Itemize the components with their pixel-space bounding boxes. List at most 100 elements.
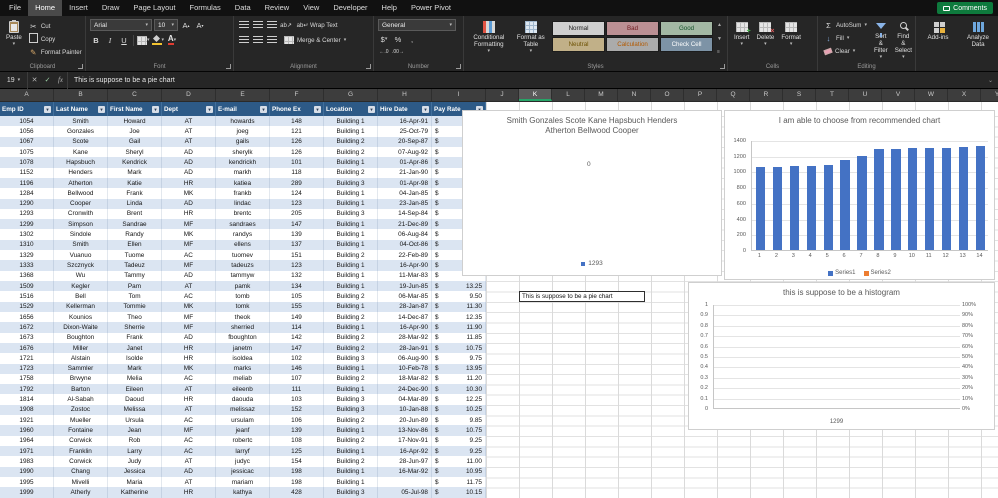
cell[interactable]: Jessica [108, 466, 162, 477]
cell[interactable]: Building 1 [324, 229, 378, 240]
table-column-header[interactable]: Phone Ex ▾ [270, 102, 324, 116]
cell[interactable]: Fontaine [54, 425, 108, 436]
cell[interactable]: MF [162, 425, 216, 436]
cell[interactable]: Building 3 [324, 208, 378, 220]
cell[interactable]: AC [162, 373, 216, 385]
cell[interactable]: Kane [54, 146, 108, 158]
cell[interactable]: 1284 [0, 188, 54, 199]
cell[interactable]: jessicac [216, 466, 270, 477]
cell[interactable]: 1723 [0, 363, 54, 374]
cell[interactable]: 10-Jan-88 [378, 404, 432, 416]
cell[interactable]: Mueller [54, 415, 108, 426]
cell[interactable]: Corwick [54, 456, 108, 467]
column-header-V[interactable]: V [882, 89, 915, 101]
cell[interactable]: Ellen [108, 239, 162, 251]
cell[interactable]: 142 [270, 332, 324, 343]
cell[interactable]: MF [162, 239, 216, 251]
cell[interactable]: 103 [270, 394, 324, 405]
format-cells-button[interactable]: Format ▾ [779, 19, 803, 61]
column-header-P[interactable]: P [684, 89, 717, 101]
cancel-icon[interactable]: ✕ [28, 76, 41, 84]
cell[interactable]: Building 1 [324, 116, 378, 127]
cell[interactable]: Building 1 [324, 260, 378, 271]
cell[interactable]: Building 1 [324, 281, 378, 292]
cell[interactable]: 428 [270, 487, 324, 498]
cell[interactable]: Melissa [108, 404, 162, 416]
column-header-E[interactable]: E [216, 89, 270, 101]
cell[interactable]: randys [216, 229, 270, 240]
conditional-formatting-button[interactable]: Conditional Formatting ▾ [468, 19, 510, 61]
percent-format-button[interactable]: % [392, 33, 404, 45]
cell[interactable]: Tammy [108, 270, 162, 281]
cell[interactable]: 149 [270, 311, 324, 323]
name-box[interactable]: 19 ▾ [0, 71, 28, 89]
cell[interactable]: $10.30 [432, 384, 486, 395]
cell[interactable]: 105 [270, 291, 324, 302]
cell[interactable]: Building 2 [324, 415, 378, 426]
cell[interactable]: mariam [216, 476, 270, 488]
cell[interactable]: Building 1 [324, 126, 378, 137]
cell[interactable]: 20-Sep-87 [378, 136, 432, 147]
tab-formulas[interactable]: Formulas [183, 0, 228, 16]
cell[interactable]: Mivelli [54, 476, 108, 488]
cell[interactable]: melissaz [216, 404, 270, 416]
cell[interactable]: janetm [216, 342, 270, 354]
cell[interactable]: 1529 [0, 301, 54, 312]
cell[interactable]: 1196 [0, 177, 54, 189]
cell[interactable]: Building 3 [324, 394, 378, 405]
cell-style-check-cell[interactable]: Check Cell [660, 37, 714, 52]
cell[interactable]: Maria [108, 476, 162, 488]
cell[interactable]: frankb [216, 188, 270, 199]
tab-home[interactable]: Home [28, 0, 63, 16]
cell[interactable]: MF [162, 311, 216, 323]
cell[interactable]: markh [216, 167, 270, 178]
cell[interactable]: 154 [270, 456, 324, 467]
analyze-data-button[interactable]: Analyze Data [959, 19, 997, 61]
cell[interactable]: Linda [108, 198, 162, 209]
cell[interactable]: AD [162, 270, 216, 281]
column-header-G[interactable]: G [324, 89, 378, 101]
cell[interactable]: judyc [216, 456, 270, 467]
cell[interactable]: 16-Apr-90 [378, 322, 432, 333]
cell[interactable]: $9.50 [432, 291, 486, 302]
merge-center-button[interactable]: Merge & Center ▾ [282, 34, 348, 46]
cell[interactable]: joeg [216, 126, 270, 137]
column-header-Q[interactable]: Q [717, 89, 750, 101]
cell[interactable]: AT [162, 116, 216, 127]
cell[interactable]: Boughton [54, 332, 108, 343]
cell[interactable]: 1067 [0, 136, 54, 147]
cell[interactable]: Judy [108, 456, 162, 467]
cell[interactable]: 1368 [0, 270, 54, 281]
cell[interactable]: AC [162, 415, 216, 426]
increase-font-size-button[interactable]: A ▴ [180, 19, 192, 31]
table-column-header[interactable]: Emp ID ▾ [0, 102, 54, 116]
cell[interactable]: Frank [108, 188, 162, 199]
cell[interactable]: Building 1 [324, 363, 378, 374]
cell[interactable]: Atherly [54, 487, 108, 498]
cell-style-bad[interactable]: Bad [606, 21, 660, 36]
cell[interactable]: Building 1 [324, 446, 378, 457]
cell[interactable]: 111 [270, 384, 324, 395]
cell[interactable]: 22-Feb-89 [378, 250, 432, 261]
cell[interactable]: 198 [270, 476, 324, 488]
cell[interactable]: Theo [108, 311, 162, 323]
cell[interactable]: 1921 [0, 415, 54, 426]
cell[interactable]: Building 1 [324, 476, 378, 488]
cell[interactable]: Melia [108, 373, 162, 385]
cell[interactable]: HR [162, 342, 216, 354]
cell[interactable]: 152 [270, 404, 324, 416]
cell[interactable]: 107 [270, 373, 324, 385]
cell[interactable]: tammyw [216, 270, 270, 281]
cell[interactable]: 134 [270, 281, 324, 292]
cell[interactable]: Barton [54, 384, 108, 395]
cell[interactable]: tuomev [216, 250, 270, 261]
cell[interactable]: Isolde [108, 353, 162, 364]
cell[interactable]: 1054 [0, 116, 54, 127]
cell[interactable]: Brent [108, 208, 162, 220]
cell[interactable]: daouda [216, 394, 270, 405]
cell[interactable]: MF [162, 322, 216, 333]
cell[interactable]: Building 1 [324, 425, 378, 436]
cell[interactable]: HR [162, 394, 216, 405]
cell[interactable]: 139 [270, 425, 324, 436]
tab-draw[interactable]: Draw [95, 0, 127, 16]
